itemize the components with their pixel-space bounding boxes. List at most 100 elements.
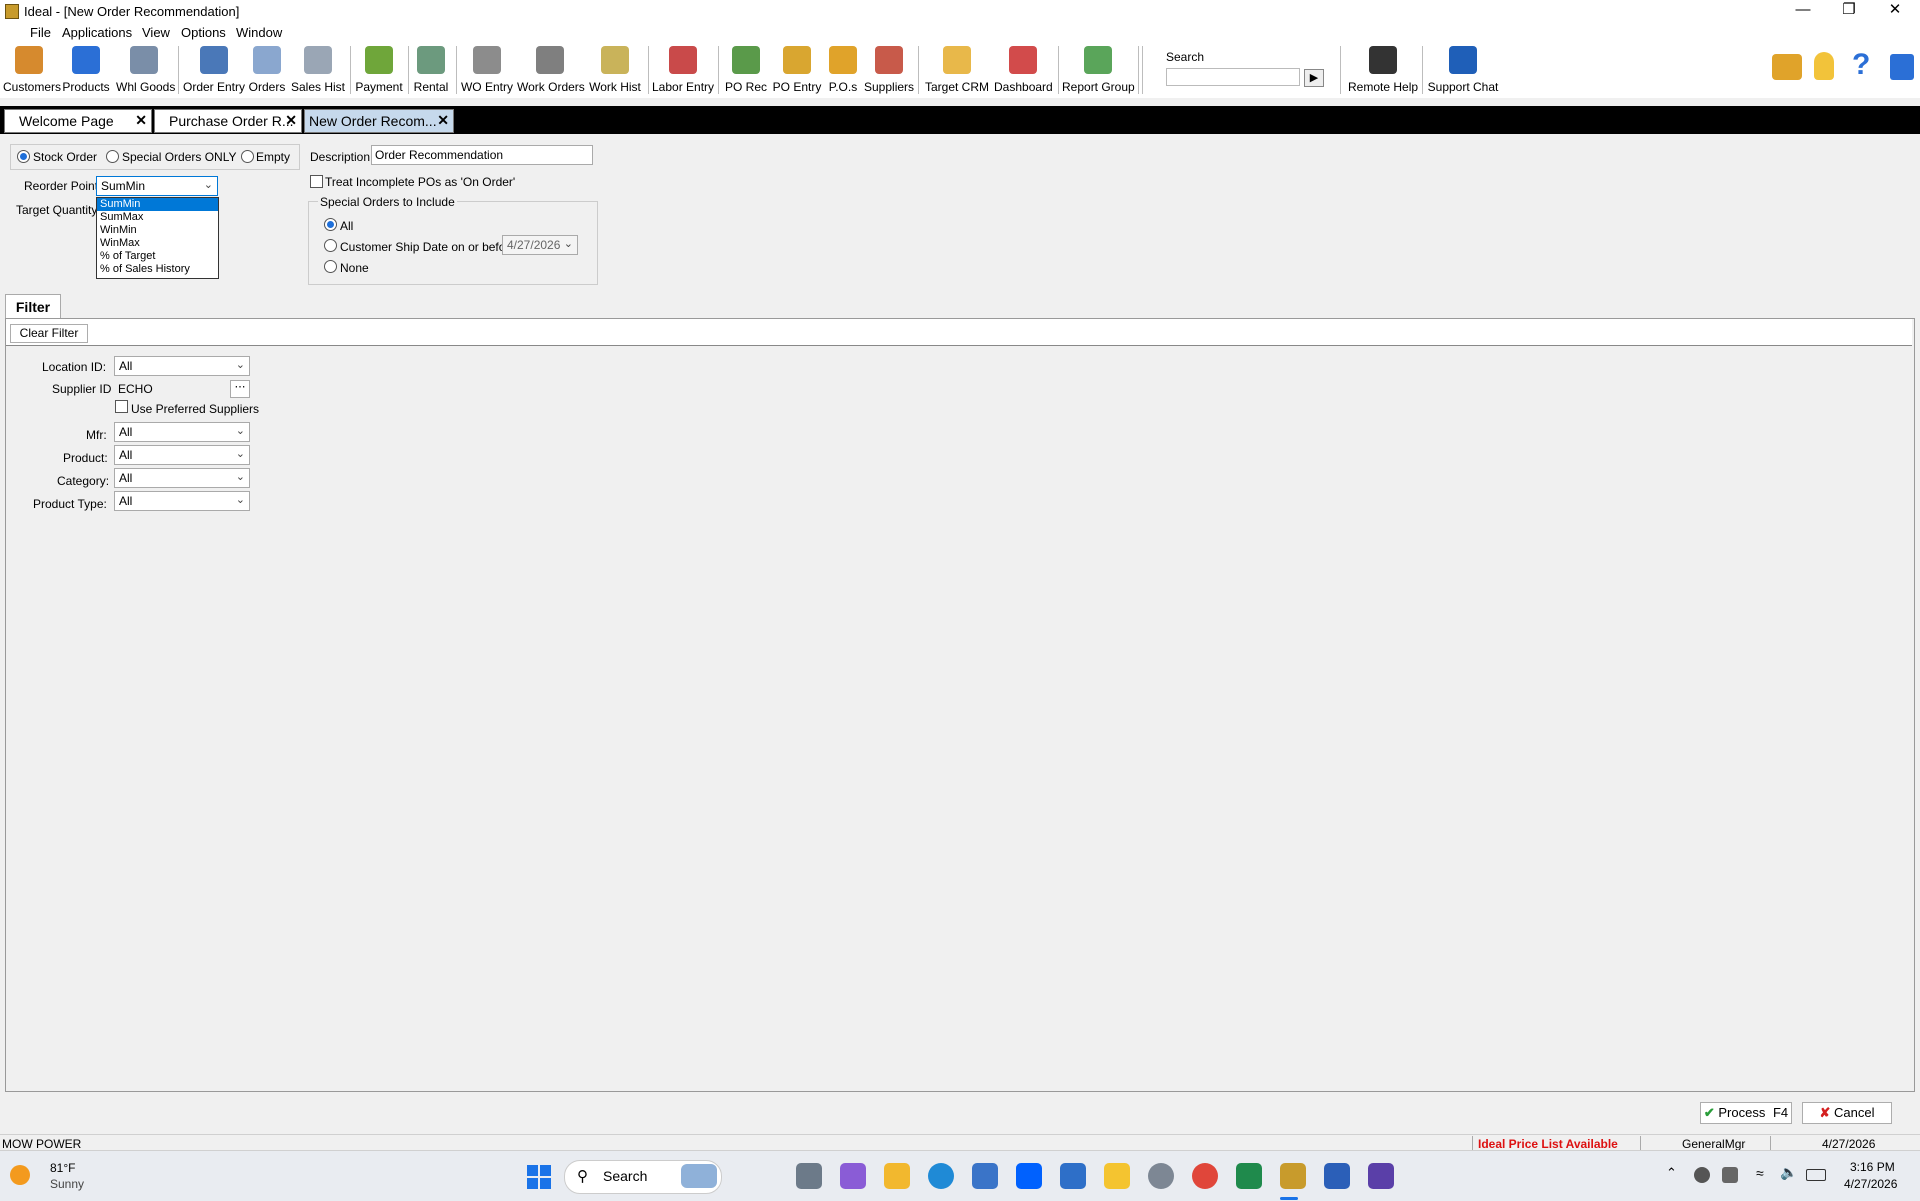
- reorder-point-dropdown: SumMin SumMax WinMin WinMax % of Target …: [96, 197, 219, 279]
- clear-filter-button[interactable]: Clear Filter: [10, 324, 88, 343]
- product-type-select[interactable]: All ⌄: [114, 491, 250, 511]
- weather-sun-icon[interactable]: [10, 1165, 30, 1185]
- search-go-icon[interactable]: ▶: [1304, 69, 1324, 87]
- cancel-button[interactable]: ✘ Cancel: [1802, 1102, 1892, 1124]
- edge-icon[interactable]: [928, 1163, 954, 1189]
- boxes-icon[interactable]: [1772, 54, 1802, 80]
- ideal-app-icon[interactable]: [1280, 1163, 1306, 1189]
- toolbar-button-payment[interactable]: Payment: [354, 44, 404, 96]
- close-tab-icon[interactable]: ✕: [285, 112, 297, 129]
- toolbar-button-po-entry[interactable]: PO Entry: [772, 44, 822, 96]
- status-price-list[interactable]: Ideal Price List Available: [1478, 1137, 1618, 1151]
- toolbar-button-suppliers[interactable]: Suppliers: [864, 44, 914, 96]
- wifi-icon[interactable]: ≈: [1756, 1165, 1764, 1181]
- minimize-icon[interactable]: —: [1780, 0, 1826, 22]
- file-explorer-icon[interactable]: [884, 1163, 910, 1189]
- radio-empty[interactable]: [241, 150, 254, 163]
- toolbar-button-work-hist[interactable]: Work Hist: [587, 44, 643, 96]
- dropdown-option-summax[interactable]: SumMax: [97, 211, 218, 224]
- windows-start-icon[interactable]: [527, 1165, 551, 1189]
- outlook-icon[interactable]: [1060, 1163, 1086, 1189]
- radio-stock-order[interactable]: [17, 150, 30, 163]
- radio-customer-ship-date[interactable]: [324, 239, 337, 252]
- wrench-icon: [473, 46, 501, 74]
- toolbar-button-dashboard[interactable]: Dashboard: [994, 44, 1053, 96]
- clock-time[interactable]: 3:16 PM: [1850, 1160, 1895, 1174]
- dropdown-option-summin[interactable]: SumMin: [97, 198, 218, 211]
- product-select[interactable]: All ⌄: [114, 445, 250, 465]
- menu-file[interactable]: File: [30, 25, 51, 40]
- chevron-up-icon[interactable]: ⌃: [1666, 1165, 1677, 1181]
- menu-options[interactable]: Options: [181, 25, 226, 40]
- toolbar-button-report-group[interactable]: Report Group: [1062, 44, 1135, 96]
- onedrive-icon[interactable]: [1694, 1167, 1710, 1183]
- process-button[interactable]: ✔ Process F4: [1700, 1102, 1792, 1124]
- treat-incomplete-checkbox[interactable]: [310, 175, 323, 188]
- close-icon[interactable]: ✕: [1872, 0, 1918, 22]
- description-input[interactable]: Order Recommendation: [371, 145, 593, 165]
- toolbar-button-pos[interactable]: P.O.s: [824, 44, 862, 96]
- toolbar-button-rental[interactable]: Rental: [410, 44, 452, 96]
- ship-date-picker[interactable]: 4/27/2026 ⌄: [502, 235, 578, 255]
- close-tab-icon[interactable]: ✕: [135, 112, 147, 129]
- store-icon[interactable]: [972, 1163, 998, 1189]
- toolbar-button-sales-hist[interactable]: Sales Hist: [290, 44, 346, 96]
- toolbar-button-remote-help[interactable]: Remote Help: [1348, 44, 1418, 96]
- toolbar-button-orders[interactable]: Orders: [246, 44, 288, 96]
- tab-welcome-page[interactable]: Welcome Page ✕: [4, 109, 152, 133]
- toolbar-button-whl-goods[interactable]: Whl Goods: [116, 44, 175, 96]
- use-preferred-suppliers-checkbox[interactable]: [115, 400, 128, 413]
- menu-panel-icon[interactable]: [1890, 54, 1914, 80]
- mic-icon[interactable]: [1722, 1167, 1738, 1183]
- mfr-select[interactable]: All ⌄: [114, 422, 250, 442]
- location-id-select[interactable]: All ⌄: [114, 356, 250, 376]
- tab-purchase-order[interactable]: Purchase Order R... ✕: [154, 109, 302, 133]
- dropdown-option-winmin[interactable]: WinMin: [97, 224, 218, 237]
- category-select[interactable]: All ⌄: [114, 468, 250, 488]
- tab-filter[interactable]: Filter: [5, 294, 61, 319]
- sticky-notes-icon[interactable]: [1104, 1163, 1130, 1189]
- dropdown-option-winmax[interactable]: WinMax: [97, 237, 218, 250]
- supplier-id-value[interactable]: ECHO: [118, 382, 153, 396]
- dropdown-option-pct-sales-history[interactable]: % of Sales History: [97, 263, 218, 276]
- settings-icon[interactable]: [1148, 1163, 1174, 1189]
- product-type-value: All: [119, 494, 133, 508]
- weather-condition: Sunny: [50, 1177, 85, 1191]
- excel-icon[interactable]: [1236, 1163, 1262, 1189]
- tab-new-order-recommendation[interactable]: New Order Recom... ✕: [304, 109, 454, 133]
- app-red-icon[interactable]: [1192, 1163, 1218, 1189]
- clock-date[interactable]: 4/27/2026: [1844, 1177, 1897, 1191]
- search-input[interactable]: [1166, 68, 1300, 86]
- radio-special-all[interactable]: [324, 218, 337, 231]
- menu-window[interactable]: Window: [236, 25, 282, 40]
- toolbar-button-products[interactable]: Products: [60, 44, 112, 96]
- help-icon[interactable]: ?: [1852, 48, 1870, 82]
- word-icon[interactable]: [1324, 1163, 1350, 1189]
- menu-view[interactable]: View: [142, 25, 170, 40]
- radio-special-none[interactable]: [324, 260, 337, 273]
- toolbar-button-customers[interactable]: Customers: [3, 44, 61, 96]
- volume-icon[interactable]: 🔈: [1780, 1164, 1797, 1181]
- close-tab-icon[interactable]: ✕: [437, 112, 449, 129]
- toolbar-button-wo-entry[interactable]: WO Entry: [460, 44, 514, 96]
- restore-icon[interactable]: ❐: [1826, 0, 1872, 22]
- lightbulb-icon[interactable]: [1814, 52, 1834, 80]
- copilot-icon[interactable]: [840, 1163, 866, 1189]
- toolbar-button-order-entry[interactable]: Order Entry: [183, 44, 245, 96]
- toolbar-button-labor-entry[interactable]: Labor Entry: [652, 44, 714, 96]
- app-purple-icon[interactable]: [1368, 1163, 1394, 1189]
- dropbox-icon[interactable]: [1016, 1163, 1042, 1189]
- toolbar-button-support-chat[interactable]: Support Chat: [1426, 44, 1500, 96]
- dropdown-option-pct-target[interactable]: % of Target: [97, 250, 218, 263]
- toolbar-separator: [1422, 46, 1423, 94]
- toolbar-button-work-orders[interactable]: Work Orders: [517, 44, 585, 96]
- menu-applications[interactable]: Applications: [62, 25, 132, 40]
- reorder-point-select[interactable]: SumMin ⌄: [96, 176, 218, 196]
- toolbar-button-target-crm[interactable]: Target CRM: [922, 44, 992, 96]
- toolbar-button-po-rec[interactable]: PO Rec: [722, 44, 770, 96]
- task-view-icon[interactable]: [796, 1163, 822, 1189]
- radio-special-orders-only[interactable]: [106, 150, 119, 163]
- supplier-lookup-icon[interactable]: ⋯: [230, 380, 250, 398]
- taskbar-search-box[interactable]: ⚲ Search: [564, 1160, 722, 1194]
- battery-icon[interactable]: [1806, 1169, 1826, 1181]
